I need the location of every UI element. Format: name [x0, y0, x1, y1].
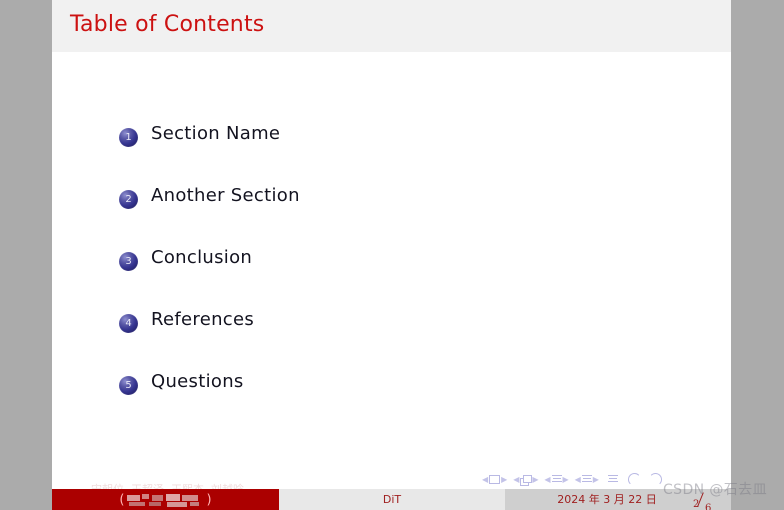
footer-title-segment: DiT	[279, 489, 505, 510]
frame-stack-icon	[520, 474, 533, 486]
footer-close-paren: )	[206, 492, 212, 508]
footer-open-paren: (	[119, 492, 125, 508]
left-arrow-icon[interactable]: ◀	[482, 475, 488, 484]
subsection-nav-icon[interactable]: ◀ ▶	[544, 474, 569, 485]
toc-entry-another-section[interactable]: 2 Another Section	[66, 176, 706, 238]
toc-bullet-number: 5	[125, 380, 132, 391]
toc-bullet-icon: 2	[119, 190, 138, 209]
right-arrow-icon[interactable]: ▶	[563, 475, 569, 484]
toc-entry-section-name[interactable]: 1 Section Name	[66, 114, 706, 176]
page-total: 6	[705, 503, 712, 510]
forward-nav-icon[interactable]	[648, 473, 663, 486]
presentation-viewer: Table of Contents 1 Section Name 2 Anoth…	[0, 0, 784, 510]
slide-box-icon	[489, 474, 501, 484]
toc-entry-label: Conclusion	[151, 247, 253, 268]
toc-entry-label: References	[151, 309, 255, 330]
back-arrow-icon[interactable]	[627, 473, 641, 486]
left-arrow-icon[interactable]: ◀	[544, 475, 550, 484]
toc-entry-label: Section Name	[151, 123, 281, 144]
toc-bullet-icon: 5	[119, 376, 138, 395]
page-title: Table of Contents	[70, 12, 265, 37]
slide-canvas: Table of Contents 1 Section Name 2 Anoth…	[52, 0, 731, 510]
subsection-lines-icon	[551, 474, 562, 484]
left-arrow-icon[interactable]: ◀	[575, 475, 581, 484]
section-nav-icon[interactable]: ◀ ▶	[575, 474, 599, 485]
frame-nav-icon[interactable]: ◀ ▶	[513, 474, 539, 486]
section-lines-icon	[581, 474, 592, 484]
toc-entry-label: Another Section	[151, 185, 300, 206]
toc-bullet-number: 1	[125, 132, 132, 143]
presentation-nav-icon[interactable]	[605, 474, 621, 485]
toc-bullet-number: 2	[125, 194, 132, 205]
toc-entry-references[interactable]: 4 References	[66, 300, 706, 362]
redacted-text-block	[126, 493, 205, 507]
table-of-contents: 1 Section Name 2 Another Section 3 Concl…	[66, 114, 706, 424]
footer-short-title: DiT	[382, 493, 402, 506]
footer-author-inner: ()	[119, 489, 211, 510]
footer-author-segment: ()	[52, 489, 279, 510]
toc-bullet-number: 3	[125, 256, 132, 267]
toc-bullet-icon: 1	[119, 128, 138, 147]
back-nav-icon[interactable]	[627, 473, 642, 486]
forward-arrow-icon[interactable]	[648, 473, 662, 486]
toc-entry-conclusion[interactable]: 3 Conclusion	[66, 238, 706, 300]
toc-entry-questions[interactable]: 5 Questions	[66, 362, 706, 424]
page-number: 2 6	[691, 491, 717, 510]
right-arrow-icon[interactable]: ▶	[501, 475, 507, 484]
document-lines-icon	[607, 474, 618, 484]
toc-entry-label: Questions	[151, 371, 244, 392]
beamer-navigation-bar[interactable]: ◀ ▶ ◀ ▶ ◀ ▶ ◀ ▶	[482, 473, 722, 489]
toc-bullet-icon: 4	[119, 314, 138, 333]
right-arrow-icon[interactable]: ▶	[593, 475, 599, 484]
toc-bullet-icon: 3	[119, 252, 138, 271]
right-arrow-icon[interactable]: ▶	[532, 475, 538, 484]
toc-bullet-number: 4	[125, 318, 132, 329]
slide-nav-icon[interactable]: ◀ ▶	[482, 474, 507, 485]
left-arrow-icon[interactable]: ◀	[513, 475, 519, 484]
footer-date-segment: 2024 年 3 月 22 日 2 6	[505, 489, 731, 510]
slide-header: Table of Contents	[52, 0, 731, 52]
